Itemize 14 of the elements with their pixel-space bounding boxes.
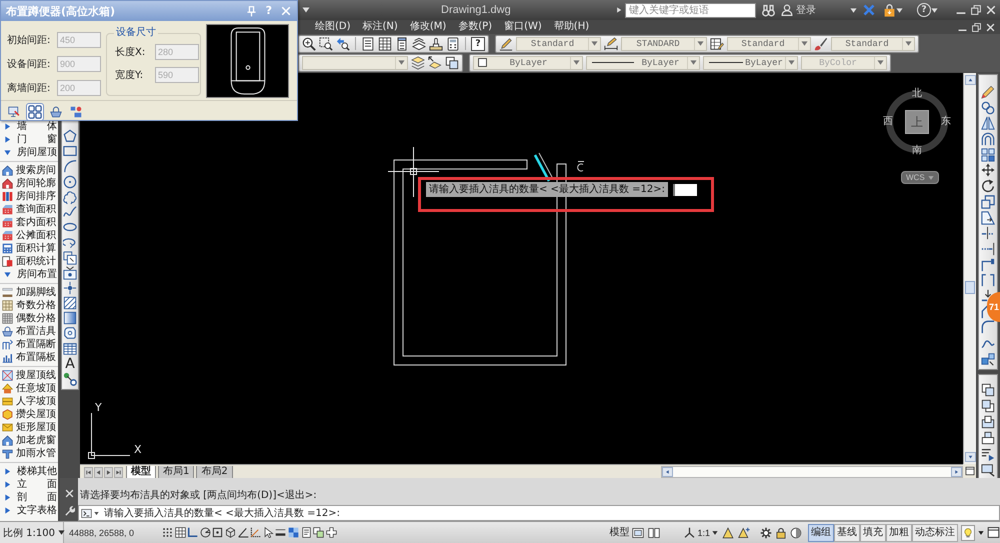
field-label: 长度X: — [115, 46, 146, 58]
field-label: 离墙间距: — [7, 82, 52, 95]
command-history-line: 请选择要均布洁具的对象或 [两点间均布(D)]<退出>: — [80, 488, 317, 502]
dialog-title: 布置蹲便器(高位水箱) — [6, 4, 116, 18]
window-title: Drawing1.dwg — [441, 4, 511, 16]
dynamic-input-prompt: 请输入要插入洁具的数量< <最大插入洁具数 =12>: — [426, 182, 668, 197]
field-label: 初始间距: — [7, 34, 52, 47]
axis-label: X — [134, 444, 142, 455]
field-label: 设备间距: — [7, 58, 52, 71]
coordinates-readout: 44888, 26588, 0 — [69, 528, 134, 538]
field-label: 宽度Y: — [115, 68, 144, 82]
group-title: 设备尺寸 — [114, 27, 158, 39]
command-prompt: 请输入要插入洁具的数量< <最大插入洁具数 =12>: — [104, 506, 340, 520]
axis-label: Y — [95, 402, 102, 413]
